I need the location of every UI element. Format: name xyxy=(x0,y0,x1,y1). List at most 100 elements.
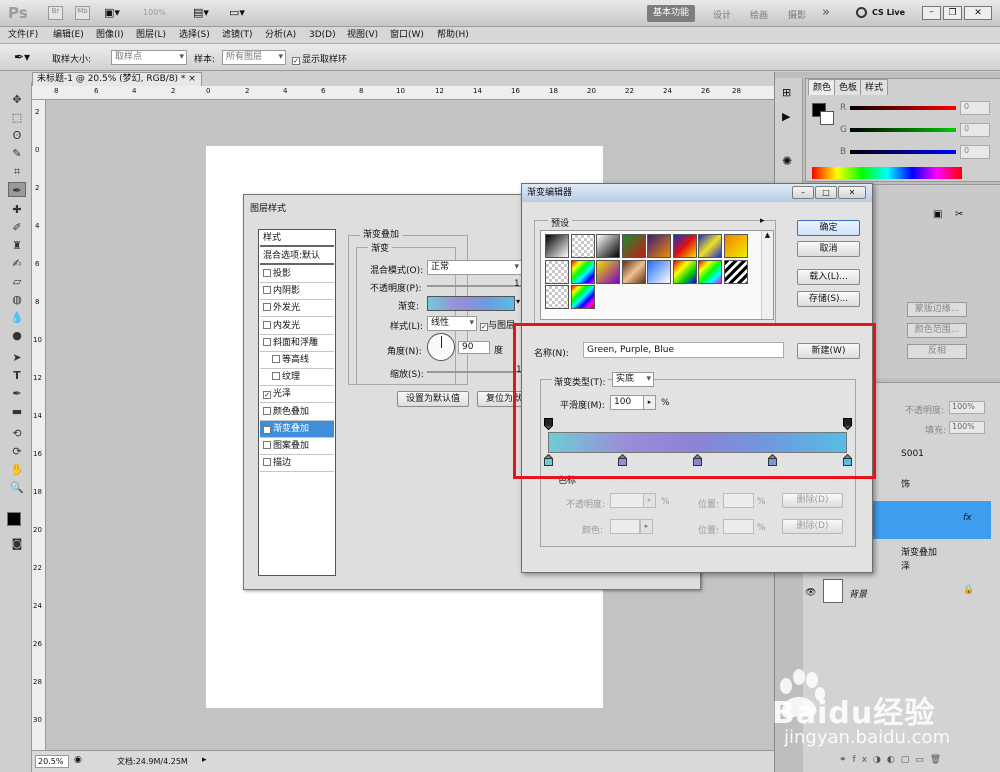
style-item[interactable]: 斜面和浮雕 xyxy=(260,335,334,352)
menu-3d[interactable]: 3D(D) xyxy=(309,29,336,41)
style-item[interactable]: 外发光 xyxy=(260,300,334,318)
gradient-preset-swatch[interactable] xyxy=(647,234,671,258)
angle-dial[interactable] xyxy=(427,333,455,361)
invert-button[interactable]: 反相 xyxy=(907,344,967,359)
angle-value[interactable]: 90 xyxy=(458,341,490,354)
sample-size-select[interactable]: 取样点 xyxy=(111,50,187,65)
brush-tool-icon[interactable]: ✐ xyxy=(8,220,26,235)
minibridge-icon[interactable]: Mb xyxy=(75,6,90,20)
screen-mode-icon[interactable]: ▭▾ xyxy=(229,6,251,20)
clone-stamp-icon[interactable]: ♜ xyxy=(8,238,26,253)
show-ring-checkbox[interactable]: ✓ 显示取样环 xyxy=(292,52,347,65)
healing-brush-icon[interactable]: ✚ xyxy=(8,202,26,217)
quick-select-tool-icon[interactable]: ✎ xyxy=(8,146,26,161)
gradient-preset-swatch[interactable] xyxy=(621,234,646,258)
style-checkbox[interactable] xyxy=(263,286,271,295)
pen-tool-icon[interactable]: ✒ xyxy=(8,386,26,401)
color-range-button[interactable]: 颜色范围... xyxy=(907,323,967,338)
style-select[interactable]: 线性 xyxy=(427,316,477,331)
color-ramp[interactable] xyxy=(812,167,962,179)
style-item[interactable]: 投影 xyxy=(260,266,334,283)
load-button[interactable]: 载入(L)... xyxy=(797,269,860,285)
layer-name[interactable]: 饰 xyxy=(901,477,910,490)
style-item[interactable]: 内发光 xyxy=(260,318,334,335)
opacity-value[interactable]: 1 xyxy=(514,279,520,289)
mask-edge-button[interactable]: 蒙版边缘... xyxy=(907,302,967,317)
b-value[interactable]: 0 xyxy=(960,145,990,159)
gradient-preset-swatch[interactable] xyxy=(596,234,620,258)
g-slider[interactable] xyxy=(850,128,956,132)
opacity-field[interactable]: 100% xyxy=(949,401,985,414)
fill-field[interactable]: 100% xyxy=(949,421,985,434)
marquee-tool-icon[interactable]: ⬚ xyxy=(8,110,26,125)
stop-color-location-input[interactable] xyxy=(723,519,754,534)
blur-tool-icon[interactable]: 💧 xyxy=(8,310,26,325)
hand-tool-icon[interactable]: ✋ xyxy=(8,462,26,477)
more-workspaces[interactable]: » xyxy=(822,5,830,20)
gradient-preset-swatch[interactable] xyxy=(545,259,569,284)
menu-help[interactable]: 帮助(H) xyxy=(437,29,469,41)
layer-name[interactable]: S001 xyxy=(901,449,924,459)
style-checkbox[interactable] xyxy=(263,406,271,415)
3d-rotate-icon[interactable]: ⟲ xyxy=(8,426,26,441)
arrange-documents-icon[interactable]: ▤▾ xyxy=(193,6,215,20)
foreground-color-swatch[interactable] xyxy=(7,512,21,526)
presets-scrollbar[interactable]: ▲ xyxy=(761,231,773,319)
history-brush-icon[interactable]: ✍ xyxy=(8,256,26,271)
workspace-design[interactable]: 设计 xyxy=(713,8,731,21)
gradient-preset-swatch[interactable] xyxy=(672,259,697,284)
gradient-dropdown-icon[interactable]: ▾ xyxy=(516,297,520,306)
status-arrow-icon[interactable]: ▸ xyxy=(202,755,207,765)
paint-bucket-icon[interactable]: ◍ xyxy=(8,292,26,307)
presets-menu-icon[interactable]: ▸ xyxy=(760,216,765,226)
style-item[interactable]: 等高线 xyxy=(260,352,334,369)
eyedropper-tool-icon[interactable]: ✒ xyxy=(8,182,26,197)
zoom-level[interactable]: 100% xyxy=(143,8,166,17)
zoom-tool-icon[interactable]: 🔍 xyxy=(8,480,26,495)
stop-opacity-arrow-icon[interactable]: ▸ xyxy=(643,493,656,508)
ge-minimize-button[interactable]: – xyxy=(792,186,814,199)
align-with-layer-checkbox[interactable]: ✓与图层 xyxy=(480,318,515,331)
bg-swatch[interactable] xyxy=(820,111,834,125)
style-checkbox[interactable] xyxy=(263,441,271,449)
style-item[interactable]: 内阴影 xyxy=(260,283,334,301)
menu-window[interactable]: 窗口(W) xyxy=(390,29,424,41)
gradient-preset-swatch[interactable] xyxy=(723,234,748,258)
workspace-painting[interactable]: 绘画 xyxy=(750,8,768,21)
move-tool-icon[interactable]: ✥ xyxy=(8,92,26,107)
minimize-button[interactable]: – xyxy=(922,6,941,20)
menu-view[interactable]: 视图(V) xyxy=(347,29,378,41)
stop-color-swatch[interactable] xyxy=(610,519,640,534)
g-value[interactable]: 0 xyxy=(960,123,990,137)
cs-live-icon[interactable] xyxy=(856,7,867,18)
effect-gradient-overlay[interactable]: 渐变叠加 xyxy=(901,545,937,558)
style-checkbox[interactable] xyxy=(263,458,271,467)
workspace-photography[interactable]: 摄影 xyxy=(788,8,806,21)
path-select-icon[interactable]: ➤ xyxy=(8,350,26,365)
quick-mask-icon[interactable]: ◙ xyxy=(8,536,26,551)
cancel-button[interactable]: 取消 xyxy=(797,241,860,257)
menu-file[interactable]: 文件(F) xyxy=(8,29,38,41)
gradient-preset-swatch[interactable] xyxy=(570,259,595,284)
style-item[interactable]: 颜色叠加 xyxy=(260,404,334,421)
history-icon[interactable]: ⊞ xyxy=(782,86,791,99)
style-checkbox[interactable]: ✓ xyxy=(263,425,271,434)
gradient-preset-swatch[interactable] xyxy=(621,259,646,284)
sample-select[interactable]: 所有图层 xyxy=(222,50,286,65)
effect-gloss[interactable]: 泽 xyxy=(901,559,910,572)
3d-orbit-icon[interactable]: ⟳ xyxy=(8,444,26,459)
style-item[interactable]: ✓ 渐变叠加 xyxy=(260,420,334,438)
blend-mode-select[interactable]: 正常 xyxy=(427,260,522,275)
menu-analysis[interactable]: 分析(A) xyxy=(265,29,296,41)
delete-color-stop-button[interactable]: 删除(D) xyxy=(782,519,843,534)
zoom-field[interactable]: 20.5% xyxy=(35,755,69,768)
gradient-preset-swatch[interactable] xyxy=(698,234,722,258)
r-value[interactable]: 0 xyxy=(960,101,990,115)
style-checkbox[interactable] xyxy=(263,320,271,329)
save-button[interactable]: 存储(S)... xyxy=(797,291,860,307)
type-tool-icon[interactable]: T xyxy=(8,368,26,383)
lasso-tool-icon[interactable]: ʘ xyxy=(8,128,26,143)
view-extras-icon[interactable]: ▣▾ xyxy=(104,6,126,20)
style-item[interactable]: 图案叠加 xyxy=(260,438,334,455)
gradient-preset-swatch[interactable] xyxy=(570,285,595,309)
